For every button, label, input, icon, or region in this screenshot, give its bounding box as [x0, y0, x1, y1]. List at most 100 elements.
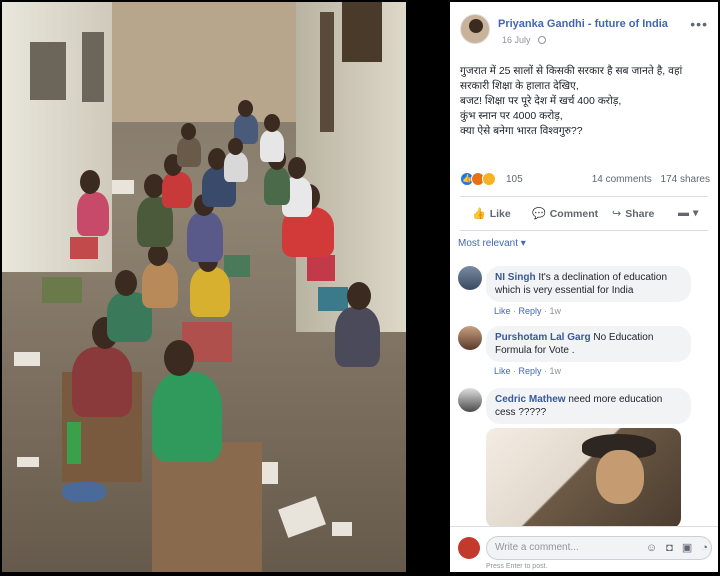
school-bag [307, 255, 335, 281]
child-head [115, 270, 137, 296]
page-name-link[interactable]: Priyanka Gandhi - future of India [498, 18, 668, 30]
commenter-name[interactable]: Purshotam Lal Garg [495, 332, 591, 343]
comment-bubble: NI Singh It's a declination of education… [486, 266, 691, 302]
globe-icon [538, 36, 546, 44]
comment-sort-dropdown[interactable]: Most relevant ▾ [458, 238, 526, 249]
paper-litter [278, 496, 326, 538]
child-head [164, 340, 194, 376]
school-bag [42, 277, 82, 303]
child [335, 307, 380, 367]
school-bag [70, 237, 98, 259]
child-head [288, 157, 306, 179]
comment-label: Comment [549, 208, 599, 220]
post-date-text: 16 July [502, 35, 531, 45]
child-head [148, 244, 168, 266]
window [342, 2, 382, 62]
comment-time[interactable]: 1w [550, 306, 562, 316]
commenter-name[interactable]: NI Singh [495, 272, 536, 283]
sandals [62, 482, 106, 502]
page-avatar[interactable] [460, 14, 490, 44]
paper-litter [112, 180, 134, 194]
child [142, 262, 178, 308]
comment-bubble: Purshotam Lal Garg No Education Formula … [486, 326, 691, 362]
comment-icon: 💬 [532, 208, 546, 220]
child [260, 130, 284, 162]
post-text-line: क्या ऐसे बनेगा भारत विश्वगुरु?? [460, 125, 583, 137]
comment-time[interactable]: 1w [550, 366, 562, 376]
child [72, 347, 132, 417]
comments-count[interactable]: 14 comments [592, 174, 652, 185]
comment-like-link[interactable]: Like [494, 306, 511, 316]
gif-icon[interactable]: ▣ [682, 542, 692, 554]
child [187, 212, 223, 262]
user-avatar[interactable] [458, 537, 480, 559]
back-wall [112, 2, 297, 122]
face-shape [596, 450, 644, 504]
child-head [238, 100, 253, 117]
child-head [181, 123, 196, 140]
post-header: Priyanka Gandhi - future of India 16 Jul… [450, 2, 718, 54]
comment-reply-link[interactable]: Reply [519, 366, 542, 376]
press-enter-hint: Press Enter to post. [486, 563, 548, 570]
emoji-icon[interactable]: ☺ [646, 542, 657, 554]
sad-reaction-icon[interactable] [482, 172, 496, 186]
post-actions: 👍 Like 💬 Comment ↪ Share ▬ ▾ [460, 200, 710, 228]
sticker-icon[interactable]: ◔ [701, 542, 708, 554]
post-text-line: कुंभ स्नान पर 4000 करोड़, [460, 110, 563, 122]
comment-meta: Like · Reply · 1w [494, 366, 562, 376]
audience-selector[interactable]: ▬ ▾ [678, 207, 698, 219]
commenter-avatar[interactable] [458, 266, 482, 290]
child [162, 172, 192, 208]
child-green-dress [152, 372, 222, 462]
child [77, 192, 109, 236]
comment: NI Singh It's a declination of education… [458, 266, 710, 318]
comment-meta: Like · Reply · 1w [494, 306, 562, 316]
comment-reply-link[interactable]: Reply [519, 306, 542, 316]
camera-icon[interactable]: ◘ [666, 542, 673, 554]
post-text-line: गुजरात में 25 सालों से किसकी सरकार है सब… [460, 65, 683, 77]
comment-input-placeholder: Write a comment... [495, 542, 579, 553]
child-head [228, 138, 243, 155]
commenter-avatar[interactable] [458, 388, 482, 412]
child [264, 167, 290, 205]
window [320, 12, 334, 132]
comment-button[interactable]: 💬 Comment [532, 207, 598, 220]
like-button[interactable]: 👍 Like [472, 207, 511, 220]
commenter-avatar[interactable] [458, 326, 482, 350]
school-bag [318, 287, 348, 311]
post-text-line: सरकारी शिक्षा के हालात देखिए, [460, 80, 579, 92]
paper-litter [332, 522, 352, 536]
window [30, 42, 66, 100]
post-text-line: बजट! शिक्षा पर पूरे देश में खर्च 400 करो… [460, 95, 622, 107]
write-comment-bar: Write a comment... ☺ ◘ ▣ ◔ Press Enter t… [450, 526, 718, 572]
child-head [80, 170, 100, 194]
paper-litter [17, 457, 39, 467]
post-timestamp[interactable]: 16 July [502, 35, 531, 45]
post-text: गुजरात में 25 सालों से किसकी सरकार है सब… [460, 64, 710, 139]
facebook-post: Priyanka Gandhi - future of India 16 Jul… [450, 2, 718, 572]
reactions-bar: 👍 105 14 comments 174 shares [460, 172, 710, 188]
child [177, 137, 201, 167]
share-label: Share [625, 208, 655, 220]
window [82, 32, 104, 102]
paper-litter [14, 352, 40, 366]
post-photo[interactable] [2, 2, 406, 572]
child-head [144, 174, 164, 198]
commenter-name[interactable]: Cedric Mathew [495, 394, 566, 405]
school-bag [224, 255, 250, 277]
shares-count[interactable]: 174 shares [661, 174, 710, 185]
child-head [264, 114, 280, 132]
chevron-down-icon: ▾ [693, 207, 699, 219]
page-avatar-small-icon: ▬ [678, 207, 689, 219]
comment-like-link[interactable]: Like [494, 366, 511, 376]
reaction-count[interactable]: 105 [506, 174, 523, 185]
comment-image[interactable] [486, 428, 681, 528]
child-head [347, 282, 371, 310]
divider [460, 196, 708, 197]
more-horizontal-icon[interactable]: ••• [690, 16, 708, 32]
water-bottle [67, 422, 81, 464]
comment-bubble: Cedric Mathew need more education cess ?… [486, 388, 691, 424]
thumbs-up-icon: 👍 [472, 208, 486, 220]
share-button[interactable]: ↪ Share [612, 207, 654, 220]
post-stats: 14 comments 174 shares [586, 174, 710, 185]
